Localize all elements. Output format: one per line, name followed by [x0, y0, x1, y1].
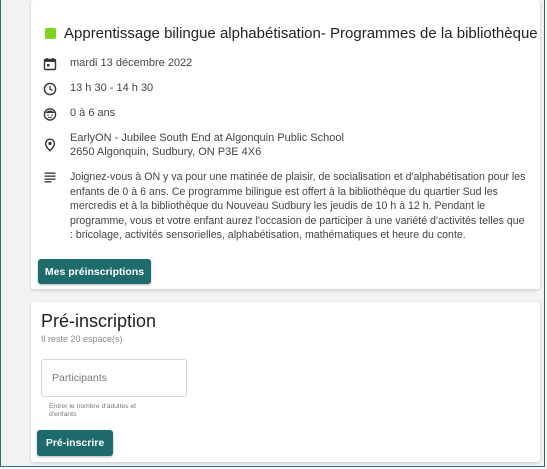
participants-helper-text: Entrer le nombre d'adultes et d'enfants	[49, 403, 137, 418]
calendar-icon	[43, 57, 57, 71]
event-date-row: mardi 13 décembre 2022	[43, 57, 192, 71]
event-location-row: EarlyON - Jubilee South End at Algonquin…	[43, 131, 344, 159]
register-button[interactable]: Pré-inscrire	[37, 430, 113, 456]
event-card: Apprentissage bilingue alphabétisation- …	[31, 0, 540, 289]
page-frame: Apprentissage bilingue alphabétisation- …	[0, 0, 545, 467]
participants-input[interactable]	[41, 359, 187, 397]
event-time: 13 h 30 - 14 h 30	[70, 82, 154, 94]
child-face-icon	[43, 107, 57, 121]
event-date: mardi 13 décembre 2022	[70, 57, 193, 69]
event-location: EarlyON - Jubilee South End at Algonquin…	[70, 131, 344, 159]
register-label: Pré-inscrire	[45, 437, 105, 449]
event-title: Apprentissage bilingue alphabétisation- …	[64, 25, 538, 42]
registration-card: Pré-inscription Il reste 20 espace(s) En…	[31, 302, 540, 462]
clock-icon	[43, 82, 57, 96]
registration-title: Pré-inscription	[41, 311, 157, 331]
event-title-row: Apprentissage bilingue alphabétisation- …	[45, 25, 538, 42]
event-description-row: Joignez-vous à ON y va pour une matinée …	[43, 170, 530, 243]
spaces-remaining: Il reste 20 espace(s)	[41, 334, 123, 344]
category-color-dot	[45, 28, 56, 39]
my-registrations-button[interactable]: Mes préinscriptions	[38, 259, 151, 284]
location-name: EarlyON - Jubilee South End at Algonquin…	[70, 132, 344, 144]
event-time-row: 13 h 30 - 14 h 30	[43, 82, 153, 96]
description-lines-icon	[43, 170, 57, 184]
event-age: 0 à 6 ans	[70, 107, 116, 119]
my-registrations-label: Mes préinscriptions	[44, 265, 145, 278]
location-pin-icon	[43, 138, 57, 152]
location-address: 2650 Algonquin, Sudbury, ON P3E 4X6	[70, 146, 262, 158]
event-description: Joignez-vous à ON y va pour une matinée …	[70, 171, 526, 242]
event-age-row: 0 à 6 ans	[43, 107, 115, 121]
